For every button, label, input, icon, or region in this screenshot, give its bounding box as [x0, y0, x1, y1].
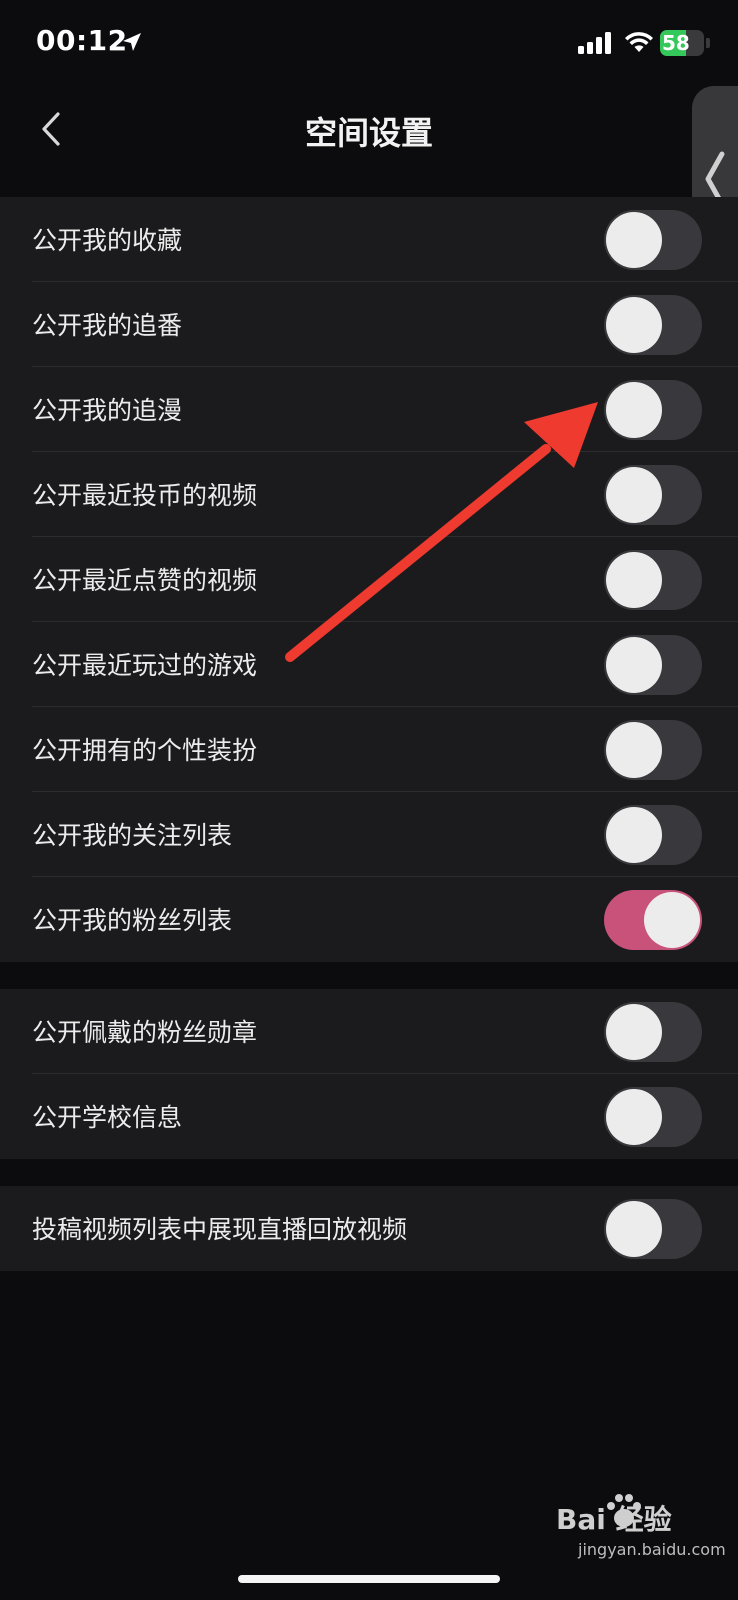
home-indicator[interactable]: [238, 1575, 500, 1583]
paw-icon: [607, 1494, 641, 1527]
watermark-url: jingyan.baidu.com: [578, 1540, 726, 1559]
baidu-jingyan-watermark: Bai 经验 jingyan.baidu.com: [548, 1490, 726, 1570]
annotation-arrow: [285, 402, 598, 662]
